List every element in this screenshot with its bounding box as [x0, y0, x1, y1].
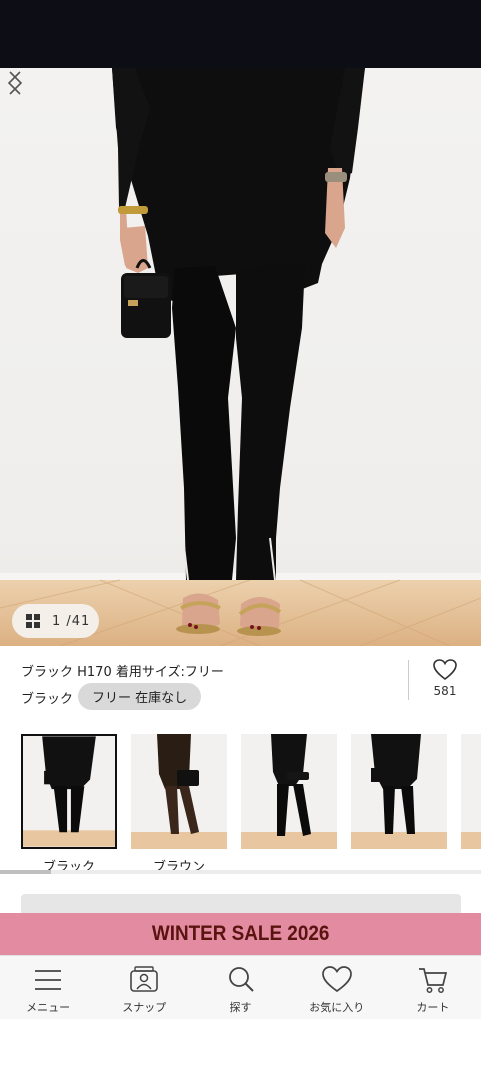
bottom-safe-area [0, 1019, 481, 1080]
color-variant-list: ブラック ブラウン [0, 734, 481, 884]
favorite-heart-icon[interactable] [432, 658, 458, 682]
color-swatch-5-partial[interactable] [461, 734, 481, 849]
product-photo [0, 68, 481, 646]
bottom-tab-bar: メニュー スナップ 探す お気に入り カート [0, 955, 481, 1019]
winter-sale-banner[interactable]: WINTER SALE 2026 [0, 913, 481, 955]
tab-label: お気に入り [309, 1001, 365, 1014]
tab-menu[interactable]: メニュー [0, 956, 96, 1019]
menu-icon [35, 970, 62, 990]
swatch-scrollbar[interactable] [0, 870, 481, 874]
divider [408, 660, 409, 700]
color-swatch-black[interactable]: ブラック [21, 734, 117, 875]
swatch-thumbnail [241, 734, 337, 849]
selected-color-label: ブラック [21, 692, 74, 707]
snap-icon [130, 966, 159, 992]
next-image-arrow-icon[interactable] [0, 68, 30, 98]
tab-cart[interactable]: カート [385, 956, 481, 1019]
color-swatch-3[interactable] [241, 734, 337, 849]
tab-label: スナップ [122, 1001, 167, 1014]
cart-icon [418, 968, 447, 993]
swatch-thumbnail [131, 734, 227, 849]
swatch-thumbnail [351, 734, 447, 849]
swatch-thumbnail [21, 734, 117, 849]
product-image-gallery[interactable]: 1 /41 [0, 68, 481, 646]
tab-snap[interactable]: スナップ [96, 956, 192, 1019]
image-counter-button[interactable]: 1 /41 [12, 604, 99, 638]
tab-favorites[interactable]: お気に入り [289, 956, 385, 1019]
banner-text: WINTER SALE 2026 [151, 922, 330, 945]
tab-label: メニュー [26, 1001, 71, 1014]
color-swatch-4[interactable] [351, 734, 447, 849]
image-counter-text: 1 /41 [52, 613, 91, 629]
swatch-thumbnail [461, 734, 481, 849]
model-info-text: ブラック H170 着用サイズ:フリー [21, 665, 224, 680]
tab-label: 探す [229, 1001, 252, 1014]
status-bar [0, 0, 481, 68]
swatch-scrollbar-thumb[interactable] [0, 870, 51, 874]
tab-search[interactable]: 探す [192, 956, 288, 1019]
grid-icon [26, 614, 40, 628]
tab-label: カート [416, 1001, 450, 1014]
heart-icon [321, 966, 352, 993]
size-stock-chip[interactable]: フリー 在庫なし [78, 683, 202, 710]
color-swatch-brown[interactable]: ブラウン [131, 734, 227, 875]
favorite-count: 581 [433, 684, 457, 698]
product-info: ブラック H170 着用サイズ:フリー ブラック フリー 在庫なし 581 [0, 646, 481, 730]
search-icon [228, 967, 254, 992]
